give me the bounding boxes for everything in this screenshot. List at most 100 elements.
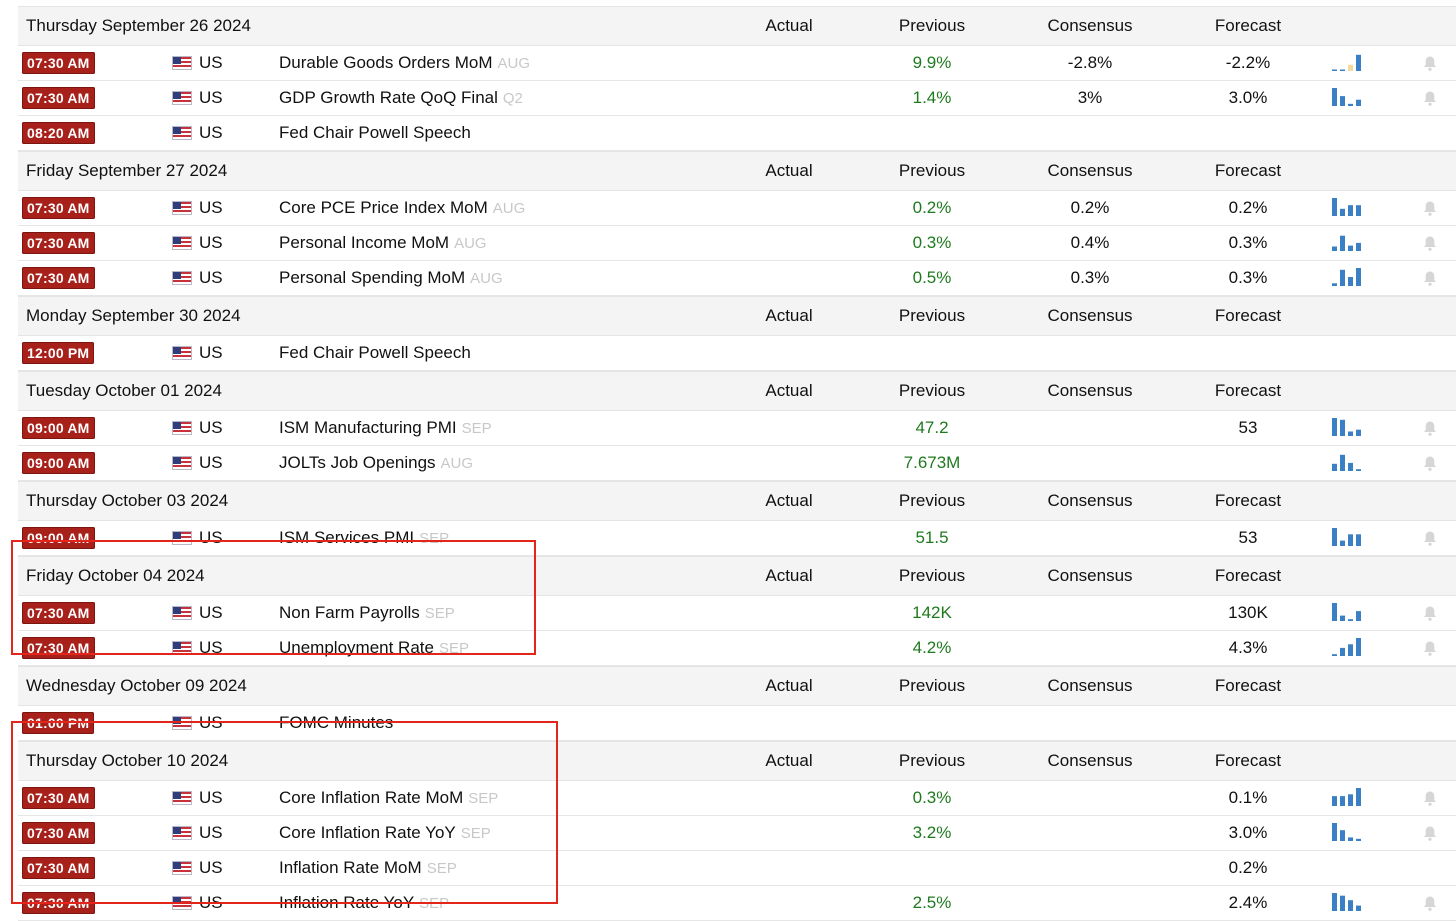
- event-name-link[interactable]: Unemployment Rate: [279, 638, 434, 658]
- actual-value: [728, 261, 850, 295]
- event-row[interactable]: 08:20 AM US Fed Chair Powell Speech: [18, 116, 1456, 151]
- bell-icon[interactable]: [1421, 191, 1439, 225]
- forecast-value: [1187, 116, 1309, 150]
- bell-icon[interactable]: [1421, 631, 1439, 665]
- bell-icon[interactable]: [1421, 521, 1439, 555]
- sparkline-chart: [1332, 454, 1361, 471]
- sparkline-bar: [1356, 611, 1361, 621]
- column-header-previous: Previous: [898, 751, 966, 770]
- date-header: Wednesday October 09 2024 Actual Previous C…: [18, 666, 1456, 706]
- forecast-value: 4.3%: [1228, 638, 1268, 657]
- previous-value: 47.2: [915, 418, 949, 437]
- event-name-link[interactable]: Fed Chair Powell Speech: [279, 343, 471, 363]
- bar-sparkline-icon[interactable]: [1332, 781, 1364, 815]
- event-row[interactable]: 07:30 AM US Personal Income MoM AUG 0.3% 0.4%…: [18, 226, 1456, 261]
- bell-icon[interactable]: [1421, 886, 1439, 920]
- event-row[interactable]: 07:30 AM US GDP Growth Rate QoQ Final Q2 1.4…: [18, 81, 1456, 116]
- event-name-link[interactable]: Non Farm Payrolls: [279, 603, 420, 623]
- event-name-link[interactable]: Inflation Rate YoY: [279, 893, 414, 913]
- sparkline-bar: [1340, 796, 1345, 806]
- sparkline-bar: [1348, 794, 1353, 806]
- consensus-value: 0.2%: [1070, 198, 1110, 217]
- sparkline-bar: [1348, 900, 1353, 911]
- event-name-link[interactable]: Personal Spending MoM: [279, 268, 465, 288]
- bar-sparkline-icon[interactable]: [1332, 886, 1364, 920]
- event-name-link[interactable]: FOMC Minutes: [279, 713, 393, 733]
- bar-sparkline-icon[interactable]: [1332, 521, 1364, 555]
- event-name-link[interactable]: ISM Manufacturing PMI: [279, 418, 457, 438]
- bar-sparkline-icon[interactable]: [1332, 596, 1364, 630]
- event-row[interactable]: 07:30 AM US Core PCE Price Index MoM AUG 0.2…: [18, 191, 1456, 226]
- event-name-link[interactable]: Core Inflation Rate YoY: [279, 823, 456, 843]
- country-cell: US: [172, 816, 223, 850]
- bell-icon[interactable]: [1421, 46, 1439, 80]
- sparkline-bar: [1348, 64, 1353, 71]
- forecast-value: [1187, 336, 1309, 370]
- event-row[interactable]: 01:00 PM US FOMC Minutes: [18, 706, 1456, 741]
- event-row[interactable]: 07:30 AM US Core Inflation Rate YoY SEP 3.2%…: [18, 816, 1456, 851]
- column-header-consensus: Consensus: [1047, 306, 1133, 325]
- event-row[interactable]: 07:30 AM US Non Farm Payrolls SEP 142K 130K: [18, 596, 1456, 631]
- country-cell: US: [172, 336, 223, 370]
- event-row[interactable]: 12:00 PM US Fed Chair Powell Speech: [18, 336, 1456, 371]
- time-cell: 07:30 AM: [22, 781, 95, 815]
- country-cell: US: [172, 781, 223, 815]
- bar-sparkline-icon[interactable]: [1332, 631, 1364, 665]
- bar-sparkline-icon[interactable]: [1332, 191, 1364, 225]
- column-header-consensus: Consensus: [1047, 676, 1133, 695]
- country-code: US: [199, 713, 223, 732]
- bell-icon[interactable]: [1421, 226, 1439, 260]
- event-name-link[interactable]: JOLTs Job Openings: [279, 453, 436, 473]
- column-header-previous: Previous: [898, 566, 966, 585]
- event-row[interactable]: 07:30 AM US Core Inflation Rate MoM SEP 0.3%…: [18, 781, 1456, 816]
- bell-icon[interactable]: [1421, 596, 1439, 630]
- event-row[interactable]: 07:30 AM US Inflation Rate YoY SEP 2.5% 2.4%: [18, 886, 1456, 921]
- bar-sparkline-icon[interactable]: [1332, 46, 1364, 80]
- event-name-link[interactable]: GDP Growth Rate QoQ Final: [279, 88, 498, 108]
- event-name-link[interactable]: Fed Chair Powell Speech: [279, 123, 471, 143]
- bell-icon[interactable]: [1421, 781, 1439, 815]
- event-name-link[interactable]: Inflation Rate MoM: [279, 858, 422, 878]
- event-name-link[interactable]: Personal Income MoM: [279, 233, 449, 253]
- column-header-actual: Actual: [765, 381, 813, 400]
- bell-icon[interactable]: [1421, 816, 1439, 850]
- column-header-actual: Actual: [765, 566, 813, 585]
- bar-sparkline-icon[interactable]: [1332, 226, 1364, 260]
- bar-sparkline-icon[interactable]: [1332, 446, 1364, 480]
- actual-value: [728, 706, 850, 740]
- event-row[interactable]: 09:00 AM US JOLTs Job Openings AUG 7.673M: [18, 446, 1456, 481]
- forecast-value: 0.1%: [1228, 788, 1268, 807]
- bell-icon[interactable]: [1421, 446, 1439, 480]
- event-row[interactable]: 07:30 AM US Durable Goods Orders MoM AUG 9.9…: [18, 46, 1456, 81]
- country-cell: US: [172, 596, 223, 630]
- date-header: Tuesday October 01 2024 Actual Previous Con…: [18, 371, 1456, 411]
- event-row[interactable]: 07:30 AM US Unemployment Rate SEP 4.2% 4.3%: [18, 631, 1456, 666]
- event-row[interactable]: 09:00 AM US ISM Manufacturing PMI SEP 47.2 53: [18, 411, 1456, 446]
- time-badge: 07:30 AM: [22, 857, 95, 879]
- event-cell: Inflation Rate YoY SEP: [279, 886, 449, 920]
- event-row[interactable]: 07:30 AM US Inflation Rate MoM SEP 0.2%: [18, 851, 1456, 886]
- event-name-link[interactable]: Core Inflation Rate MoM: [279, 788, 463, 808]
- event-cell: Personal Spending MoM AUG: [279, 261, 503, 295]
- previous-value: 7.673M: [903, 453, 961, 472]
- sparkline-bar: [1356, 788, 1361, 806]
- bar-sparkline-icon[interactable]: [1332, 261, 1364, 295]
- event-row[interactable]: 07:30 AM US Personal Spending MoM AUG 0.5% 0.…: [18, 261, 1456, 296]
- economic-calendar: Thursday September 26 2024 Actual Previous…: [18, 6, 1456, 921]
- bar-sparkline-icon[interactable]: [1332, 411, 1364, 445]
- sparkline-bar: [1356, 242, 1361, 251]
- bar-sparkline-icon[interactable]: [1332, 81, 1364, 115]
- bell-icon[interactable]: [1421, 261, 1439, 295]
- event-reference: SEP: [419, 894, 450, 912]
- event-cell: Personal Income MoM AUG: [279, 226, 487, 260]
- sparkline-chart: [1332, 528, 1361, 546]
- bell-icon[interactable]: [1421, 411, 1439, 445]
- event-name-link[interactable]: Core PCE Price Index MoM: [279, 198, 488, 218]
- event-name-link[interactable]: Durable Goods Orders MoM: [279, 53, 493, 73]
- bell-icon[interactable]: [1421, 81, 1439, 115]
- date-label: Thursday September 26 2024: [26, 16, 251, 35]
- event-row[interactable]: 09:00 AM US ISM Services PMI SEP 51.5 53: [18, 521, 1456, 556]
- column-header-forecast: Forecast: [1214, 381, 1282, 400]
- event-name-link[interactable]: ISM Services PMI: [279, 528, 414, 548]
- bar-sparkline-icon[interactable]: [1332, 816, 1364, 850]
